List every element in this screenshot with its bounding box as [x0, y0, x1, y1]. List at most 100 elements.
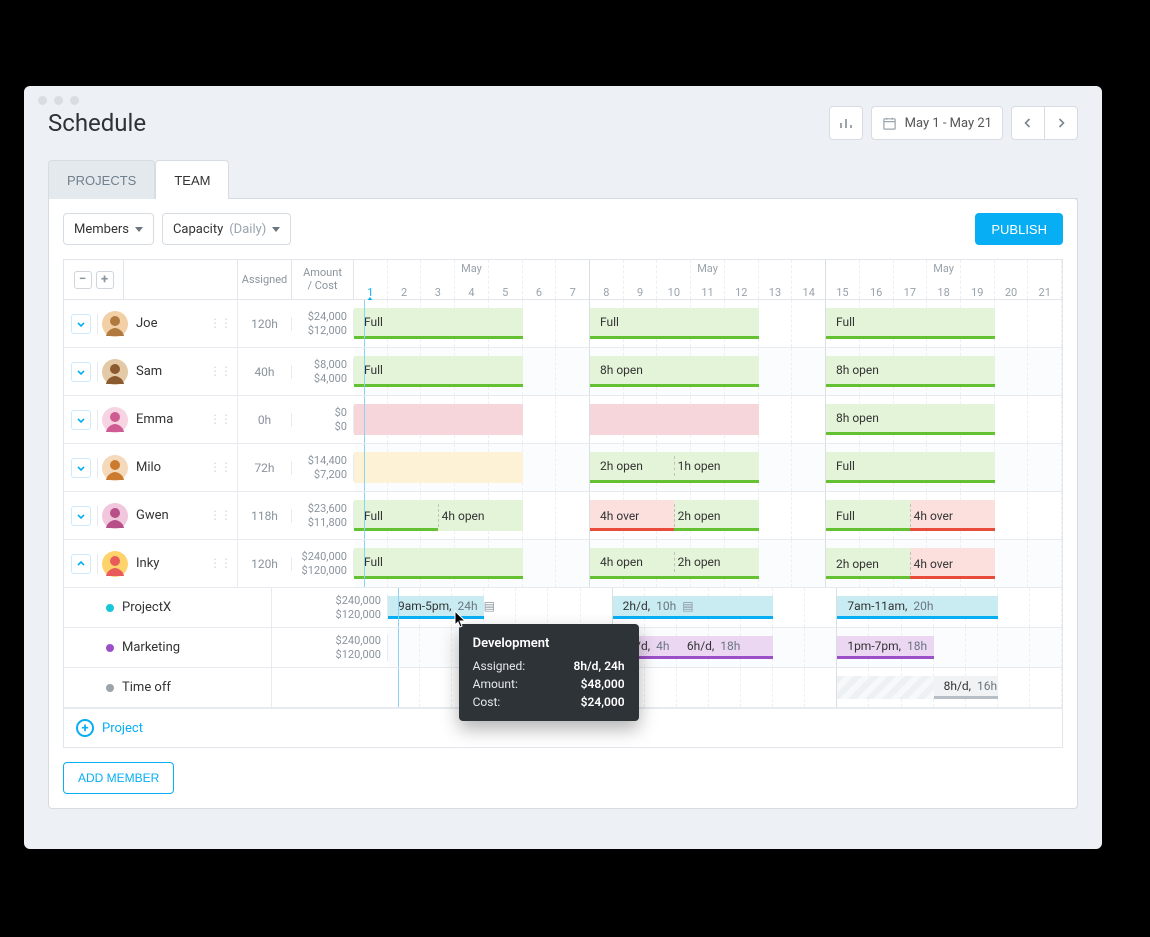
capacity-block[interactable]: 2h open4h over	[826, 548, 995, 579]
calendar-icon	[882, 116, 897, 131]
amount-cost: $14,400$7,200	[292, 454, 354, 482]
capacity-block[interactable]: Full	[826, 308, 995, 339]
assignment-block[interactable]: 2h/d, 10h ▤	[613, 596, 773, 619]
member-name: Inky	[136, 556, 159, 571]
drag-handle-icon[interactable]: ⋮⋮	[209, 562, 231, 565]
expand-button[interactable]	[71, 458, 91, 478]
capacity-block[interactable]: Full4h over	[826, 500, 995, 531]
date-range-text: May 1 - May 21	[905, 116, 992, 131]
day-header: 4May	[455, 260, 489, 299]
capacity-block[interactable]: Full	[354, 356, 523, 387]
add-project-label: Project	[102, 721, 143, 736]
amount-cost: $240,000$120,000	[326, 594, 388, 622]
drag-handle-icon[interactable]: ⋮⋮	[209, 466, 231, 469]
day-header: 11May	[691, 260, 725, 299]
assignment-block[interactable]: 8h/d, 16h	[934, 676, 998, 699]
capacity-block[interactable]	[354, 404, 523, 435]
day-header: 5	[489, 260, 523, 299]
assigned-hours: 120h	[238, 557, 292, 571]
expand-button[interactable]	[71, 362, 91, 382]
assignment-block[interactable]: 1pm-7pm, 18h	[837, 636, 933, 659]
drag-handle-icon[interactable]: ⋮⋮	[209, 370, 231, 373]
avatar	[102, 551, 128, 577]
caret-down-icon	[272, 227, 280, 232]
collapse-all-button[interactable]: −	[74, 271, 92, 289]
traffic-light-icon	[70, 96, 79, 105]
amount-cost: $23,600$11,800	[292, 502, 354, 530]
drag-handle-icon[interactable]: ⋮⋮	[209, 418, 231, 421]
day-header: 14	[792, 260, 826, 299]
date-range-picker[interactable]: May 1 - May 21	[871, 106, 1003, 140]
next-button[interactable]	[1044, 106, 1078, 140]
day-header: 9	[624, 260, 658, 299]
day-header: 8	[590, 260, 624, 299]
assigned-hours: 72h	[238, 461, 292, 475]
avatar	[102, 311, 128, 337]
assigned-hours: 0h	[238, 413, 292, 427]
day-header: 7	[556, 260, 590, 299]
capacity-block[interactable]: 4h over2h open	[590, 500, 759, 531]
member-name: Sam	[136, 364, 162, 379]
plus-circle-icon: +	[76, 719, 94, 737]
capacity-block[interactable]: Full	[354, 308, 523, 339]
capacity-block[interactable]: Full	[826, 452, 995, 483]
project-subrow: ProjectX $240,000$120,000 9am-5pm, 24h ▤…	[64, 588, 1062, 628]
amount-cost: $0$0	[292, 406, 354, 434]
expand-button[interactable]	[71, 506, 91, 526]
member-row: Milo ⋮⋮ 72h $14,400$7,200 2h open1h open…	[64, 444, 1062, 492]
day-header: 12	[725, 260, 759, 299]
col-amount: Amount/ Cost	[292, 260, 354, 299]
assigned-hours: 120h	[238, 317, 292, 331]
page-title: Schedule	[48, 109, 146, 137]
capacity-block[interactable]: Full4h open	[354, 500, 523, 531]
collapse-button[interactable]	[71, 554, 91, 574]
note-icon: ▤	[484, 599, 495, 613]
day-header: 6	[523, 260, 557, 299]
day-header: 16	[860, 260, 894, 299]
window-controls	[38, 96, 79, 105]
chart-view-button[interactable]	[829, 106, 863, 140]
project-color-dot	[106, 644, 114, 652]
day-header: 18May	[927, 260, 961, 299]
drag-handle-icon[interactable]: ⋮⋮	[209, 322, 231, 325]
avatar	[102, 455, 128, 481]
assignment-block[interactable]: 7am-11am, 20h	[837, 596, 997, 619]
assignment-block[interactable]: 6h/d, 18h	[677, 636, 773, 659]
day-header: 19	[961, 260, 995, 299]
chevron-left-icon	[1022, 117, 1034, 129]
window: Schedule May 1 - May 21	[24, 86, 1102, 849]
expand-all-button[interactable]: +	[96, 271, 114, 289]
capacity-block[interactable]: 4h open2h open	[590, 548, 759, 579]
caret-down-icon	[135, 227, 143, 232]
project-color-dot	[106, 604, 114, 612]
capacity-block[interactable]	[590, 404, 759, 435]
publish-button[interactable]: PUBLISH	[975, 213, 1063, 245]
note-icon: ▤	[682, 599, 693, 613]
drag-handle-icon[interactable]: ⋮⋮	[209, 514, 231, 517]
capacity-block[interactable]: 2h open1h open	[590, 452, 759, 483]
expand-button[interactable]	[71, 410, 91, 430]
members-dropdown[interactable]: Members	[63, 213, 154, 245]
capacity-block[interactable]: Full	[590, 308, 759, 339]
expand-button[interactable]	[71, 314, 91, 334]
capacity-block[interactable]: 8h open	[590, 356, 759, 387]
tab-projects[interactable]: PROJECTS	[48, 160, 155, 199]
capacity-block[interactable]: Full	[354, 548, 523, 579]
members-dropdown-label: Members	[74, 222, 129, 237]
traffic-light-icon	[38, 96, 47, 105]
capacity-block[interactable]: 8h open	[826, 404, 995, 435]
capacity-block[interactable]: 8h open	[826, 356, 995, 387]
capacity-dropdown[interactable]: Capacity (Daily)	[162, 213, 291, 245]
avatar	[102, 503, 128, 529]
capacity-block[interactable]	[354, 452, 523, 483]
avatar	[102, 359, 128, 385]
traffic-light-icon	[54, 96, 63, 105]
amount-cost: $240,000$120,000	[292, 550, 354, 578]
amount-cost: $24,000$12,000	[292, 310, 354, 338]
add-member-button[interactable]: ADD MEMBER	[63, 762, 174, 794]
capacity-mode: (Daily)	[229, 222, 266, 237]
prev-button[interactable]	[1011, 106, 1045, 140]
assignment-block[interactable]: 9am-5pm, 24h ▤	[388, 596, 484, 619]
cursor-icon	[454, 610, 468, 628]
tab-team[interactable]: TEAM	[155, 160, 229, 199]
